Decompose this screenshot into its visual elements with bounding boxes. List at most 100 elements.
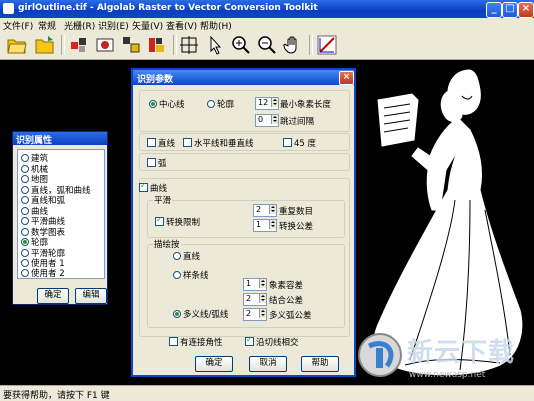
- radio-icon: [21, 196, 29, 204]
- preset-item[interactable]: 机械: [21, 163, 48, 175]
- preset-item[interactable]: 直线，弧和曲线: [21, 184, 91, 196]
- dialog-ok-button[interactable]: 确定: [195, 356, 233, 372]
- line-checkbox[interactable]: 直线: [147, 137, 175, 149]
- draw-spline-radio[interactable]: 样条线: [173, 269, 209, 281]
- checkbox-checked-icon: [155, 215, 164, 226]
- arc-tol-label: 多义弧公差: [269, 311, 312, 321]
- radio-icon: [173, 252, 181, 260]
- radio-icon: [173, 271, 181, 279]
- menu-bar: 文件(F) 常规 光栅(R) 识别(E) 矢量(V) 查看(V) 帮助(H): [0, 18, 534, 32]
- recognition-properties-panel: 识别属性 建筑 机械 地图 直线，弧和曲线 直线和弧 曲线 平滑曲线 数学图表 …: [12, 131, 108, 305]
- checkbox-icon: [147, 138, 156, 147]
- preset-item-selected[interactable]: 轮廓: [21, 236, 48, 248]
- dialog-help-button[interactable]: 帮助: [301, 356, 339, 372]
- spin-arrows-icon[interactable]: [269, 220, 276, 229]
- radio-icon: [21, 269, 29, 277]
- spin-arrows-icon[interactable]: [269, 205, 276, 214]
- dialog-header: 识别参数 ×: [133, 70, 354, 85]
- fit-window-icon[interactable]: [178, 34, 200, 56]
- radio-selected-icon: [149, 100, 157, 108]
- dialog-close-button[interactable]: ×: [339, 71, 354, 85]
- title-bar: girlOutline.tif - Algolab Raster to Vect…: [0, 0, 534, 18]
- open-folder-icon[interactable]: [6, 34, 28, 56]
- spin-arrows-icon[interactable]: [259, 279, 266, 288]
- radio-icon: [21, 206, 29, 215]
- close-button[interactable]: ×: [518, 2, 534, 18]
- tolerance-stepper[interactable]: 1: [253, 219, 277, 232]
- checkbox-icon: [169, 337, 178, 346]
- deg45-checkbox[interactable]: 45 度: [283, 137, 316, 149]
- watermark-text: 新云下载: [407, 338, 516, 368]
- window-title: girlOutline.tif - Algolab Raster to Vect…: [18, 3, 318, 13]
- spin-arrows-icon[interactable]: [259, 309, 266, 318]
- smooth-group-label: 平滑: [153, 194, 173, 206]
- centerline-radio[interactable]: 中心线: [149, 98, 185, 110]
- vector-tool-2-icon[interactable]: [146, 34, 168, 56]
- radio-icon: [21, 154, 29, 162]
- min-length-stepper[interactable]: 12: [255, 97, 279, 110]
- watermark: 新云下载 www.newasp.net: [355, 330, 534, 385]
- watermark-logo-icon: [358, 333, 402, 377]
- recognition-params-dialog: 识别参数 × 中心线 轮廓 12 最小象素长度 0 跳过间隔 直线 水平线和垂直…: [131, 68, 356, 377]
- outline-radio[interactable]: 轮廓: [207, 98, 234, 110]
- arc-group: [139, 153, 350, 171]
- save-folder-icon[interactable]: [34, 34, 56, 56]
- radio-icon: [21, 217, 29, 225]
- min-length-label: 最小象素长度: [280, 100, 332, 110]
- draw-poly-radio[interactable]: 多义线/弧线: [173, 308, 228, 320]
- radio-icon: [21, 164, 29, 173]
- spin-arrows-icon[interactable]: [271, 98, 278, 107]
- panel-title: 识别属性: [16, 136, 53, 146]
- panel-header: 识别属性: [13, 132, 107, 146]
- radio-icon: [21, 185, 29, 194]
- status-text: 要获得帮助，请按下 F1 键: [3, 391, 110, 401]
- dialog-cancel-button[interactable]: 取消: [249, 356, 287, 372]
- raster-tool-1-icon[interactable]: [68, 34, 90, 56]
- panel-edit-button[interactable]: 编辑: [75, 288, 107, 304]
- preset-item[interactable]: 平滑曲线: [21, 215, 65, 227]
- raster-tool-2-icon[interactable]: [94, 34, 116, 56]
- app-icon: [3, 3, 14, 14]
- preset-item[interactable]: 直线和弧: [21, 194, 65, 206]
- toolbar: [0, 31, 534, 60]
- vectorize-icon[interactable]: [316, 34, 338, 56]
- toolbar-separator: [61, 35, 65, 55]
- spin-arrows-icon[interactable]: [271, 115, 278, 124]
- convert-limit-checkbox[interactable]: 转换限制: [155, 215, 200, 228]
- radio-icon: [21, 227, 29, 236]
- preset-item[interactable]: 使用者 2: [21, 267, 65, 279]
- arc-tol-stepper[interactable]: 2: [243, 308, 267, 321]
- join-tol-stepper[interactable]: 2: [243, 293, 267, 306]
- repeat-label: 重复数目: [279, 207, 314, 217]
- preset-item[interactable]: 数学图表: [21, 226, 65, 238]
- preserve-checkbox[interactable]: 有连接角性: [169, 336, 223, 348]
- checkbox-icon: [147, 158, 156, 167]
- panel-ok-button[interactable]: 确定: [37, 288, 69, 304]
- maximize-button[interactable]: □: [502, 2, 518, 18]
- gap-stepper[interactable]: 0: [255, 114, 279, 127]
- tangent-checkbox[interactable]: 沿切线相交: [245, 335, 299, 348]
- preset-list: 建筑 机械 地图 直线，弧和曲线 直线和弧 曲线 平滑曲线 数学图表 轮廓 平滑…: [17, 149, 105, 279]
- pointer-icon[interactable]: [204, 34, 226, 56]
- arc-checkbox[interactable]: 弧: [147, 157, 167, 169]
- gap-label: 跳过间隔: [280, 117, 315, 127]
- draw-line-radio[interactable]: 直线: [173, 250, 200, 262]
- pixel-tol-stepper[interactable]: 1: [243, 278, 267, 291]
- preset-item[interactable]: 地图: [21, 173, 48, 185]
- hv-line-checkbox[interactable]: 水平线和垂直线: [183, 137, 254, 149]
- preset-item[interactable]: 建筑: [21, 152, 48, 164]
- repeat-stepper[interactable]: 2: [253, 204, 277, 217]
- spin-arrows-icon[interactable]: [259, 294, 266, 303]
- preset-item[interactable]: 平滑轮廓: [21, 247, 65, 259]
- vector-tool-1-icon[interactable]: [120, 34, 142, 56]
- zoom-out-icon[interactable]: [256, 34, 278, 56]
- pan-hand-icon[interactable]: [282, 34, 304, 56]
- dialog-title: 识别参数: [137, 75, 174, 85]
- zoom-in-icon[interactable]: [230, 34, 252, 56]
- curve-checkbox[interactable]: 曲线: [139, 181, 167, 194]
- minimize-button[interactable]: _: [486, 2, 502, 18]
- preset-item[interactable]: 曲线: [21, 205, 48, 217]
- radio-icon: [207, 100, 215, 108]
- status-bar: 要获得帮助，请按下 F1 键: [0, 385, 534, 401]
- radio-selected-icon: [21, 238, 29, 246]
